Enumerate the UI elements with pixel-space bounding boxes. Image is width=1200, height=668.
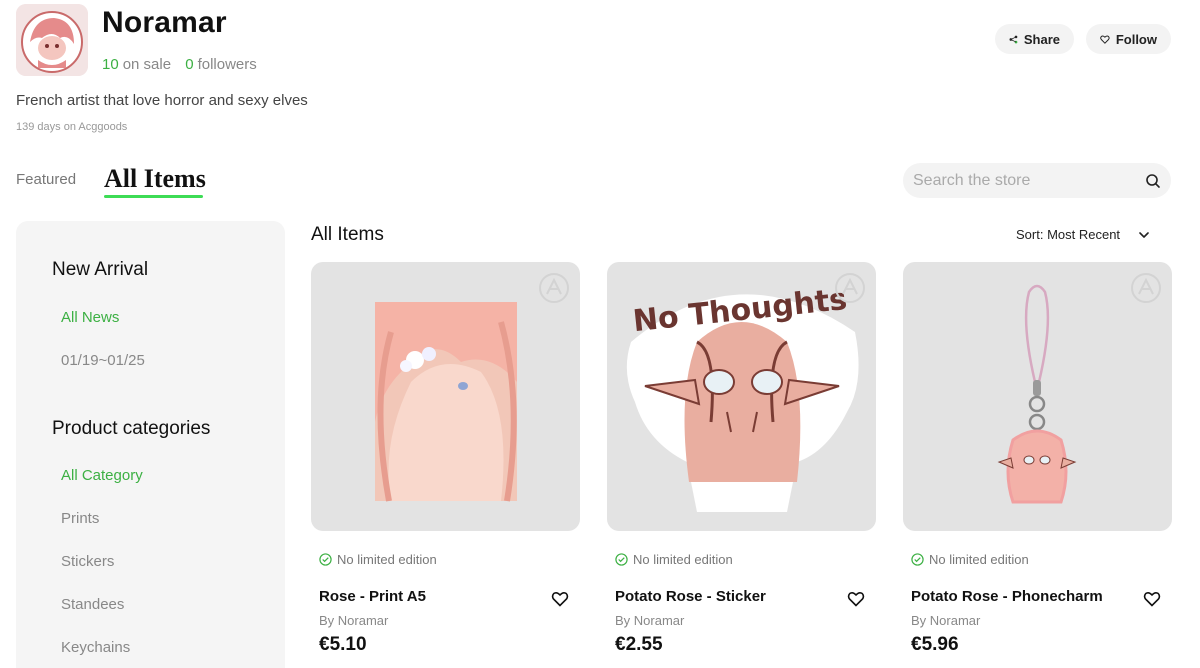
limited-label: No limited edition bbox=[337, 552, 437, 567]
follow-button[interactable]: Follow bbox=[1086, 24, 1171, 54]
share-button[interactable]: Share bbox=[995, 24, 1074, 54]
sort-label: Sort: Most Recent bbox=[1016, 227, 1121, 242]
sidebar-item-prints[interactable]: Prints bbox=[61, 510, 99, 527]
store-bio: French artist that love horror and sexy … bbox=[16, 92, 308, 109]
product-card[interactable]: No limited edition Potato Rose - Phonech… bbox=[903, 262, 1172, 655]
heart-outline-icon[interactable] bbox=[1143, 590, 1161, 608]
limited-label: No limited edition bbox=[633, 552, 733, 567]
product-image[interactable] bbox=[311, 262, 580, 531]
sidebar-item-standees[interactable]: Standees bbox=[61, 596, 124, 613]
sidebar-item-week[interactable]: 01/19~01/25 bbox=[61, 352, 145, 369]
followers-label: followers bbox=[197, 56, 257, 73]
heart-icon bbox=[1100, 34, 1110, 44]
sidebar-item-all-category[interactable]: All Category bbox=[61, 467, 143, 484]
chevron-down-icon bbox=[1139, 231, 1149, 238]
tab-all-items[interactable]: All Items bbox=[104, 164, 206, 194]
heart-outline-icon[interactable] bbox=[847, 590, 865, 608]
store-stats: 10 on sale 0 followers bbox=[102, 56, 257, 73]
sidebar-item-all-news[interactable]: All News bbox=[61, 309, 119, 326]
limited-edition-status: No limited edition bbox=[911, 552, 1029, 567]
product-price: €5.96 bbox=[911, 634, 959, 655]
product-image[interactable] bbox=[903, 262, 1172, 531]
limited-edition-status: No limited edition bbox=[319, 552, 437, 567]
categories-heading: Product categories bbox=[52, 418, 211, 439]
check-circle-icon bbox=[319, 553, 332, 566]
limited-label: No limited edition bbox=[929, 552, 1029, 567]
on-sale-label: on sale bbox=[122, 56, 172, 73]
acggoods-logo-icon bbox=[1131, 273, 1161, 303]
sidebar: New Arrival All News 01/19~01/25 Product… bbox=[16, 221, 285, 668]
product-image[interactable]: No Thoughts bbox=[607, 262, 876, 531]
sidebar-item-stickers[interactable]: Stickers bbox=[61, 553, 114, 570]
on-sale-count: 10 bbox=[102, 56, 119, 73]
product-card[interactable]: No limited edition Rose - Print A5 By No… bbox=[311, 262, 580, 655]
section-title: All Items bbox=[311, 224, 384, 245]
product-price: €5.10 bbox=[319, 634, 367, 655]
product-artist: By Noramar bbox=[319, 613, 389, 628]
share-icon bbox=[1009, 35, 1018, 43]
limited-edition-status: No limited edition bbox=[615, 552, 733, 567]
product-name[interactable]: Potato Rose - Phonecharm bbox=[911, 588, 1103, 605]
product-artist: By Noramar bbox=[911, 613, 981, 628]
store-name: Noramar bbox=[102, 6, 227, 39]
heart-outline-icon[interactable] bbox=[551, 590, 569, 608]
check-circle-icon bbox=[911, 553, 924, 566]
avatar-illustration bbox=[16, 4, 88, 76]
followers-count: 0 bbox=[185, 56, 194, 73]
store-avatar bbox=[16, 4, 88, 76]
new-arrival-heading: New Arrival bbox=[52, 259, 149, 280]
acggoods-logo-icon bbox=[539, 273, 569, 303]
active-tab-indicator bbox=[104, 195, 203, 198]
product-price: €2.55 bbox=[615, 634, 663, 655]
sort-dropdown[interactable]: Sort: Most Recent bbox=[1016, 227, 1150, 242]
search-input[interactable] bbox=[913, 171, 1145, 190]
share-label: Share bbox=[1023, 31, 1060, 47]
acggoods-logo-icon bbox=[835, 273, 865, 303]
product-card[interactable]: No Thoughts No limited edition Potato Ro… bbox=[607, 262, 876, 655]
sidebar-item-keychains[interactable]: Keychains bbox=[61, 639, 130, 656]
follow-label: Follow bbox=[1115, 31, 1157, 47]
check-circle-icon bbox=[615, 553, 628, 566]
search-icon[interactable] bbox=[1145, 173, 1161, 189]
product-artist: By Noramar bbox=[615, 613, 685, 628]
product-name[interactable]: Potato Rose - Sticker bbox=[615, 588, 766, 605]
tab-featured[interactable]: Featured bbox=[16, 171, 76, 188]
product-name[interactable]: Rose - Print A5 bbox=[319, 588, 426, 605]
search-box[interactable] bbox=[903, 163, 1171, 198]
store-age: 139 days on Acggoods bbox=[16, 121, 128, 133]
